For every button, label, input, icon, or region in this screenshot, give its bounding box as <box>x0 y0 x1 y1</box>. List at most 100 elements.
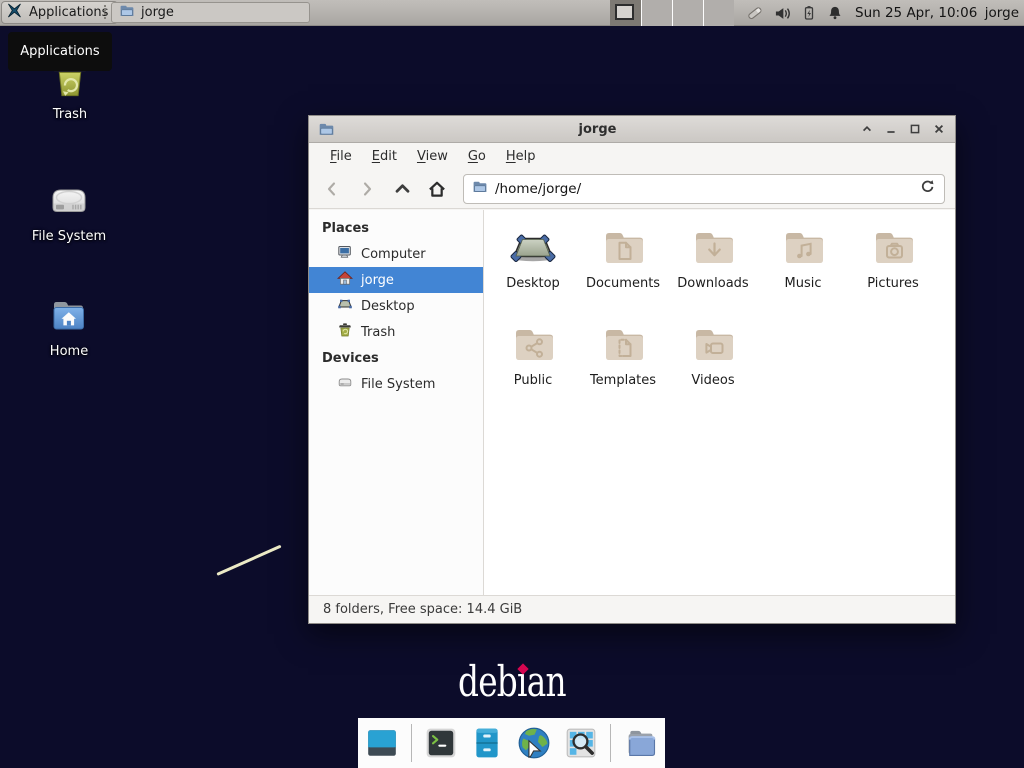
taskbar-window-button[interactable]: jorge <box>111 2 310 23</box>
applications-menu-label: Applications <box>29 5 108 20</box>
window-controls <box>860 122 946 136</box>
desktop-icon-label: File System <box>21 229 117 244</box>
minimize-icon[interactable] <box>884 122 898 136</box>
file-tile-music[interactable]: Music <box>758 219 848 316</box>
computer-icon <box>337 244 353 264</box>
reload-icon[interactable] <box>919 178 936 199</box>
file-label: Templates <box>578 373 668 388</box>
folder-music-icon <box>758 223 848 271</box>
sidebar-item-label: Trash <box>361 325 395 340</box>
sidebar-item-trash[interactable]: Trash <box>309 319 483 345</box>
desktop-icon-label: Trash <box>22 107 118 122</box>
volume-icon[interactable] <box>774 5 791 22</box>
xfce-menu-icon <box>7 2 24 23</box>
sidebar-item-desktop[interactable]: Desktop <box>309 293 483 319</box>
maximize-icon[interactable] <box>908 122 922 136</box>
file-label: Videos <box>668 373 758 388</box>
menu-edit[interactable]: Edit <box>362 145 407 168</box>
folder-downloads-icon <box>668 223 758 271</box>
file-tile-downloads[interactable]: Downloads <box>668 219 758 316</box>
stylus-icon[interactable] <box>746 4 764 22</box>
back-icon[interactable] <box>319 176 345 202</box>
sidebar-item-jorge[interactable]: jorge <box>309 267 483 293</box>
home-icon[interactable] <box>424 176 450 202</box>
workspace-3[interactable] <box>672 0 703 26</box>
desktop-icon-home[interactable]: Home <box>21 291 117 359</box>
folder-icon <box>318 121 335 138</box>
dock-separator <box>610 724 611 762</box>
desktop-icon <box>488 223 578 271</box>
folder-videos-icon <box>668 320 758 368</box>
file-tile-pictures[interactable]: Pictures <box>848 219 938 316</box>
menu-go[interactable]: Go <box>458 145 496 168</box>
folder-icon <box>119 3 135 23</box>
file-tile-videos[interactable]: Videos <box>668 316 758 413</box>
trash-icon <box>337 322 353 342</box>
panel-separator-handle <box>104 5 106 21</box>
workspace-2[interactable] <box>641 0 672 26</box>
panel-user-label[interactable]: jorge <box>985 0 1019 26</box>
status-text: 8 folders, Free space: 14.4 GiB <box>323 602 522 617</box>
folder-templates-icon <box>578 320 668 368</box>
window-body: Places Computer jorge Desktop <box>309 210 955 595</box>
sidebar-item-label: jorge <box>361 273 394 288</box>
menu-help[interactable]: Help <box>496 145 546 168</box>
location-bar[interactable] <box>463 174 945 204</box>
path-input[interactable] <box>495 181 912 197</box>
file-tile-public[interactable]: Public <box>488 316 578 413</box>
home-folder-icon <box>21 291 117 339</box>
desktop-icon <box>337 296 353 316</box>
cursor-artifact <box>216 545 281 576</box>
menu-file[interactable]: File <box>320 145 362 168</box>
applications-menu-button[interactable]: Applications <box>1 1 118 24</box>
sidebar-item-computer[interactable]: Computer <box>309 241 483 267</box>
menu-view[interactable]: View <box>407 145 458 168</box>
workspace-switcher <box>610 0 734 26</box>
file-cabinet-icon[interactable] <box>470 726 504 760</box>
desktop-icon-file-system[interactable]: File System <box>21 176 117 244</box>
folder-public-icon <box>488 320 578 368</box>
terminal-icon[interactable] <box>424 726 458 760</box>
user-home-icon <box>337 270 353 290</box>
toolbar <box>309 169 955 209</box>
folder-icon[interactable] <box>623 725 659 761</box>
workspace-4[interactable] <box>703 0 734 26</box>
shade-icon[interactable] <box>860 122 874 136</box>
sidebar-item-label: Computer <box>361 247 426 262</box>
file-label: Documents <box>578 276 668 291</box>
sidebar-header-places: Places <box>309 215 483 241</box>
window-title: jorge <box>335 122 860 137</box>
file-label: Music <box>758 276 848 291</box>
sidebar-header-devices: Devices <box>309 345 483 371</box>
menu-bar: File Edit View Go Help <box>309 143 955 169</box>
desktop-icon-label: Home <box>21 344 117 359</box>
file-tile-templates[interactable]: Templates <box>578 316 668 413</box>
debian-logo: debıan <box>458 661 618 709</box>
file-label: Pictures <box>848 276 938 291</box>
dock-separator <box>411 724 412 762</box>
sidebar-item-file-system[interactable]: File System <box>309 371 483 397</box>
file-manager-window: jorge File Edit View Go Help <box>308 115 956 624</box>
sidebar-item-label: Desktop <box>361 299 415 314</box>
file-tile-desktop[interactable]: Desktop <box>488 219 578 316</box>
file-tile-documents[interactable]: Documents <box>578 219 668 316</box>
status-bar: 8 folders, Free space: 14.4 GiB <box>309 595 955 623</box>
close-icon[interactable] <box>932 122 946 136</box>
battery-charging-icon[interactable] <box>801 5 817 21</box>
forward-icon[interactable] <box>354 176 380 202</box>
taskbar-window-label: jorge <box>141 5 174 20</box>
sidebar: Places Computer jorge Desktop <box>309 210 484 595</box>
hard-drive-icon <box>337 374 353 394</box>
panel-clock[interactable]: Sun 25 Apr, 10:06 <box>855 0 977 26</box>
notifications-bell-icon[interactable] <box>827 5 843 21</box>
file-grid: Desktop Documents <box>484 210 955 595</box>
workspace-1[interactable] <box>610 0 641 26</box>
window-titlebar[interactable]: jorge <box>309 116 955 143</box>
tooltip-text: Applications <box>20 44 99 59</box>
show-desktop-icon[interactable] <box>365 726 399 760</box>
up-icon[interactable] <box>389 176 415 202</box>
folder-documents-icon <box>578 223 668 271</box>
web-browser-icon[interactable] <box>516 725 552 761</box>
application-finder-icon[interactable] <box>564 726 598 760</box>
system-tray <box>746 0 843 26</box>
